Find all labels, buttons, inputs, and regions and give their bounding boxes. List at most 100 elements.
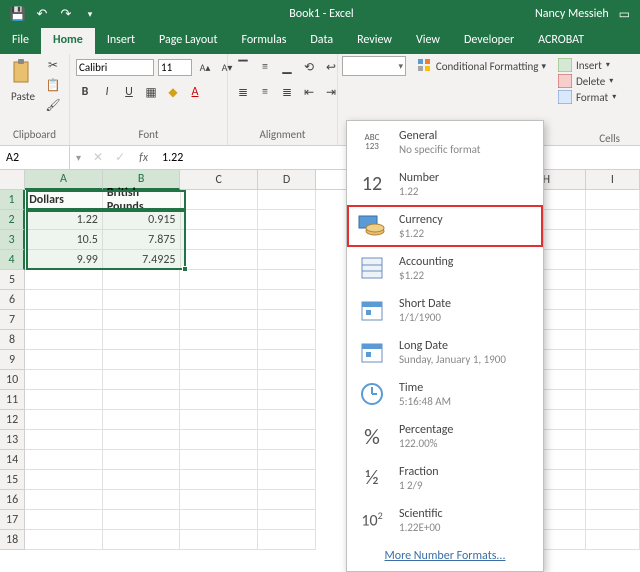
tab-developer[interactable]: Developer xyxy=(452,28,526,54)
cell[interactable] xyxy=(180,370,258,390)
tab-acrobat[interactable]: ACROBAT xyxy=(526,28,596,54)
col-header-D[interactable]: D xyxy=(258,170,316,190)
copy-icon[interactable]: 📋 xyxy=(44,76,62,94)
number-format-option-time[interactable]: Time5:16:48 AM xyxy=(347,373,543,415)
cell[interactable] xyxy=(103,470,181,490)
cell[interactable] xyxy=(25,370,103,390)
insert-cells-button[interactable]: Insert▾ xyxy=(558,58,634,72)
bold-icon[interactable]: B xyxy=(76,83,94,101)
cell[interactable] xyxy=(103,310,181,330)
font-size-select[interactable] xyxy=(158,59,192,76)
tab-formulas[interactable]: Formulas xyxy=(229,28,298,54)
row-header[interactable]: 14 xyxy=(0,450,25,470)
col-header-C[interactable]: C xyxy=(180,170,258,190)
col-header-A[interactable]: A xyxy=(25,170,103,190)
tab-view[interactable]: View xyxy=(404,28,452,54)
cell[interactable] xyxy=(103,490,181,510)
align-center-icon[interactable]: ≡ xyxy=(256,83,274,101)
cell[interactable] xyxy=(258,390,316,410)
cell[interactable] xyxy=(103,370,181,390)
tab-data[interactable]: Data xyxy=(298,28,345,54)
cell[interactable] xyxy=(180,330,258,350)
row-header[interactable]: 15 xyxy=(0,470,25,490)
cell[interactable] xyxy=(586,190,640,210)
row-header[interactable]: 3 xyxy=(0,230,25,250)
redo-icon[interactable]: ↷ xyxy=(58,6,74,22)
orientation-icon[interactable]: ⟲ xyxy=(300,58,318,76)
row-header[interactable]: 7 xyxy=(0,310,25,330)
cell[interactable] xyxy=(180,430,258,450)
cell[interactable]: 7.875 xyxy=(103,230,181,250)
cell[interactable] xyxy=(586,530,640,550)
cell[interactable] xyxy=(258,350,316,370)
font-color-icon[interactable]: A xyxy=(186,83,204,101)
cell[interactable]: British Pounds xyxy=(103,190,181,210)
number-format-option-percentage[interactable]: %Percentage122.00% xyxy=(347,415,543,457)
cell[interactable] xyxy=(258,490,316,510)
cell[interactable] xyxy=(180,510,258,530)
align-right-icon[interactable]: ≣ xyxy=(278,83,296,101)
number-format-option-accounting[interactable]: Accounting$1.22 xyxy=(347,247,543,289)
format-painter-icon[interactable]: 🖌 xyxy=(44,96,62,114)
cell[interactable] xyxy=(180,530,258,550)
cell[interactable] xyxy=(258,470,316,490)
cell[interactable] xyxy=(258,530,316,550)
underline-icon[interactable]: U xyxy=(120,83,138,101)
cell[interactable] xyxy=(586,450,640,470)
fill-color-icon[interactable]: ◆ xyxy=(164,83,182,101)
row-header[interactable]: 10 xyxy=(0,370,25,390)
cell[interactable] xyxy=(103,330,181,350)
cell[interactable] xyxy=(586,430,640,450)
cell[interactable]: 10.5 xyxy=(25,230,103,250)
align-middle-icon[interactable]: ≡ xyxy=(256,58,274,76)
cell[interactable] xyxy=(181,210,259,230)
cell[interactable] xyxy=(180,350,258,370)
cell[interactable] xyxy=(586,250,640,270)
row-header[interactable]: 17 xyxy=(0,510,25,530)
cell[interactable] xyxy=(25,450,103,470)
cell[interactable] xyxy=(586,350,640,370)
select-all-corner[interactable] xyxy=(0,170,25,190)
row-header[interactable]: 12 xyxy=(0,410,25,430)
cell[interactable]: Dollars xyxy=(25,190,103,210)
cell[interactable] xyxy=(25,390,103,410)
cell[interactable] xyxy=(181,190,259,210)
cell[interactable] xyxy=(180,290,258,310)
cell[interactable] xyxy=(258,430,316,450)
cell[interactable] xyxy=(181,230,259,250)
cell[interactable] xyxy=(586,230,640,250)
tab-home[interactable]: Home xyxy=(41,28,95,54)
italic-icon[interactable]: I xyxy=(98,83,116,101)
ribbon-display-icon[interactable]: ▭ xyxy=(619,7,630,22)
format-cells-button[interactable]: Format▾ xyxy=(558,90,634,104)
cell[interactable] xyxy=(258,270,316,290)
cell[interactable] xyxy=(258,290,316,310)
number-format-option-number[interactable]: 12Number1.22 xyxy=(347,163,543,205)
cell[interactable] xyxy=(586,270,640,290)
cell[interactable] xyxy=(586,410,640,430)
cell[interactable] xyxy=(180,450,258,470)
cell[interactable]: 0.915 xyxy=(103,210,181,230)
cell[interactable] xyxy=(25,430,103,450)
row-header[interactable]: 4 xyxy=(0,250,25,270)
spreadsheet-grid[interactable]: A B C D H I 1DollarsBritish Pounds21.220… xyxy=(0,170,640,555)
undo-icon[interactable]: ↶ xyxy=(34,6,50,22)
cell[interactable] xyxy=(180,390,258,410)
cell[interactable] xyxy=(586,310,640,330)
cell[interactable] xyxy=(25,410,103,430)
cell[interactable]: 9.99 xyxy=(25,250,103,270)
cell[interactable] xyxy=(258,230,316,250)
cell[interactable] xyxy=(258,190,316,210)
cell[interactable] xyxy=(258,250,316,270)
cell[interactable]: 1.22 xyxy=(25,210,103,230)
cell[interactable] xyxy=(586,470,640,490)
cell[interactable] xyxy=(25,510,103,530)
cell[interactable] xyxy=(103,410,181,430)
wrap-text-icon[interactable]: ↩ xyxy=(322,58,340,76)
user-name[interactable]: Nancy Messieh xyxy=(535,7,609,21)
row-header[interactable]: 5 xyxy=(0,270,25,290)
decrease-indent-icon[interactable]: ⇤ xyxy=(300,83,318,101)
number-format-option-fraction[interactable]: ½Fraction1 2/9 xyxy=(347,457,543,499)
cell[interactable] xyxy=(180,470,258,490)
cell[interactable] xyxy=(258,330,316,350)
